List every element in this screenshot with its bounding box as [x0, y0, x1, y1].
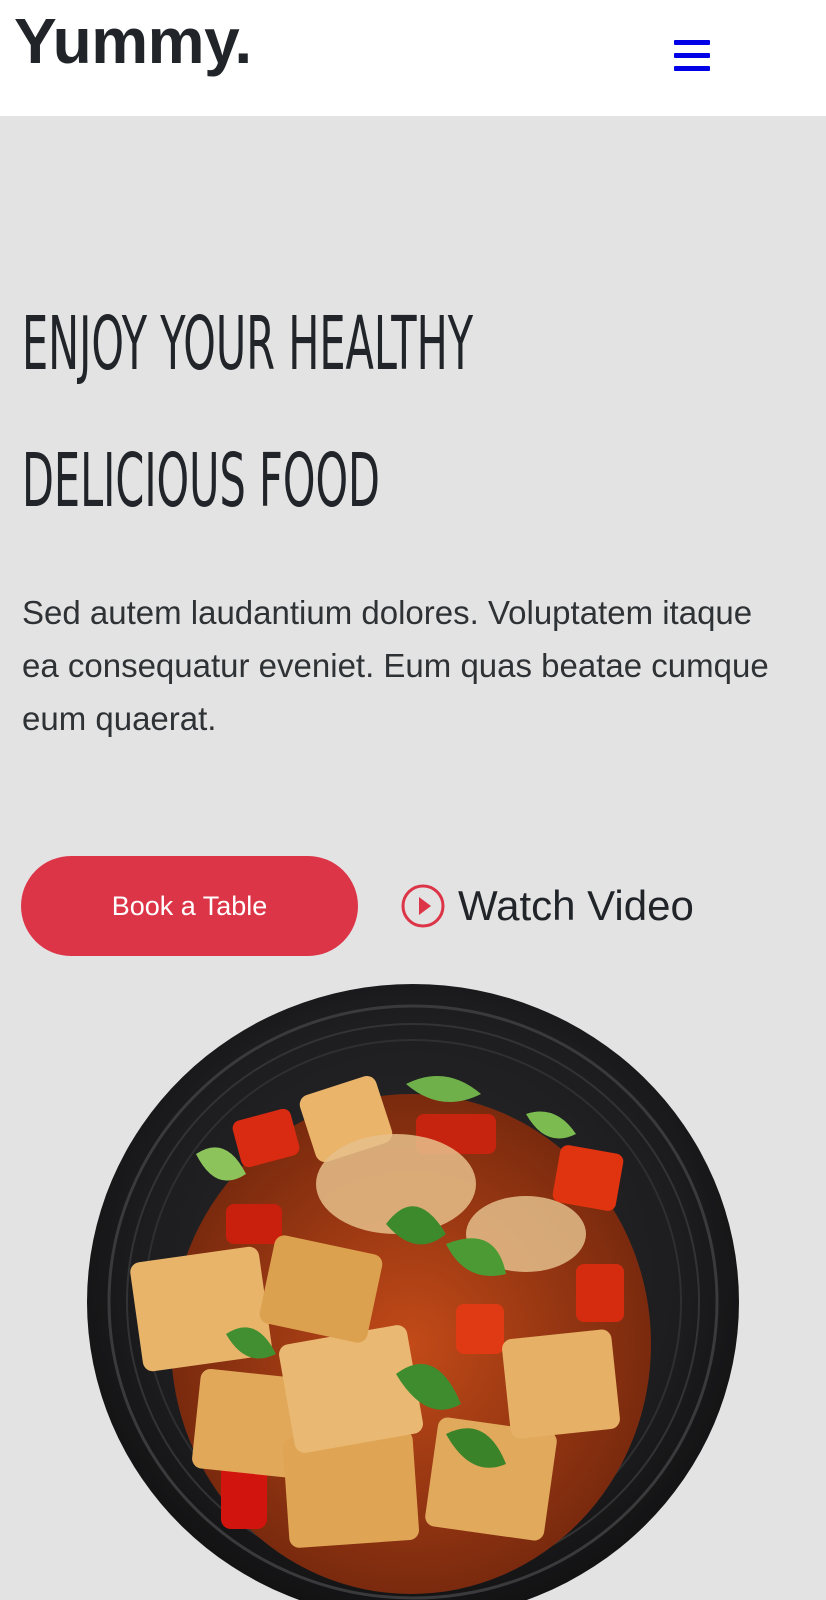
site-header: Yummy. — [0, 0, 826, 116]
watch-video-label: Watch Video — [458, 882, 694, 929]
menu-bar — [674, 66, 710, 71]
hero-headline-line: Enjoy Your Healthy — [22, 301, 474, 387]
hero-food-image — [87, 984, 739, 1600]
hero-section: Enjoy Your Healthy Delicious Food Sed au… — [0, 116, 826, 1600]
hero-headline: Enjoy Your Healthy Delicious Food — [22, 276, 474, 550]
hero-headline-line: Delicious Food — [22, 438, 380, 524]
logo[interactable]: Yummy. — [14, 2, 252, 80]
hero-description: Sed autem laudantium dolores. Voluptatem… — [22, 594, 769, 737]
play-circle-icon — [401, 884, 445, 928]
menu-bar — [674, 53, 710, 58]
watch-video-button[interactable]: Watch Video — [400, 864, 694, 948]
book-a-table-button[interactable]: Book a Table — [21, 856, 358, 956]
hamburger-menu-icon[interactable] — [672, 38, 712, 78]
menu-bar — [674, 40, 710, 45]
